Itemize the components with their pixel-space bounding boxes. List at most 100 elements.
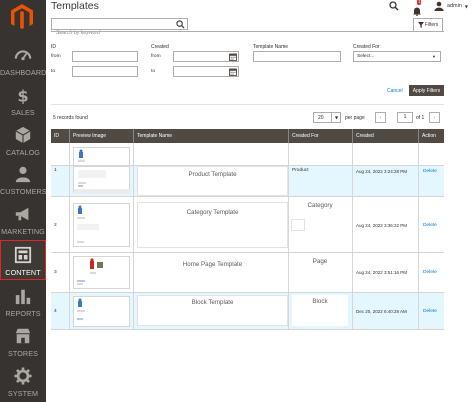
cell-created: Aug 24, 2022 3:51:16 PM: [353, 253, 419, 292]
cell-template-name: Category Template: [134, 197, 289, 252]
table-row: 2 Category Template Category Aug 24, 202…: [51, 197, 444, 253]
cell-id: [51, 143, 70, 165]
column-header-id[interactable]: ID: [51, 129, 70, 143]
nav-dashboard[interactable]: DASHBOARD: [0, 46, 46, 86]
filter-id-to-label: to: [51, 69, 56, 74]
previous-page-button[interactable]: ‹: [375, 112, 386, 123]
preview-image: [77, 258, 103, 285]
delete-link[interactable]: Delete: [423, 169, 437, 174]
filter-template-name-input[interactable]: [253, 51, 341, 62]
preview-image: [77, 205, 99, 243]
cell-id: 4: [51, 293, 70, 329]
page-total: of 1: [416, 115, 425, 121]
user-icon[interactable]: [434, 1, 444, 11]
template-name-preview: Product Template: [137, 166, 288, 196]
per-page-label: per page: [345, 115, 365, 121]
filter-created-to-label: to: [151, 69, 156, 74]
filter-created-for-select[interactable]: Select... ▼: [353, 51, 441, 62]
search-input[interactable]: [52, 28, 170, 38]
delete-link[interactable]: Delete: [423, 270, 437, 275]
nav-label: CATALOG: [6, 148, 40, 157]
nav-content[interactable]: CONTENT: [0, 240, 46, 280]
cell-preview: [70, 166, 134, 196]
cell-preview: [70, 197, 134, 252]
filter-template-name-label: Template Name: [253, 44, 289, 50]
filter-id-to-input[interactable]: [72, 66, 138, 77]
cell-action: Delete: [419, 166, 444, 196]
created-for-preview: Page: [292, 255, 348, 289]
page-number-input[interactable]: 1: [397, 112, 413, 123]
cell-preview: [70, 143, 134, 166]
table-row: [51, 143, 444, 166]
created-for-selected-value: Select...: [357, 54, 375, 59]
nav-label: SALES: [11, 108, 35, 117]
filter-created-from-label: from: [151, 54, 161, 59]
nav-reports[interactable]: REPORTS: [0, 287, 46, 327]
nav-label: SYSTEM: [7, 389, 39, 398]
chevron-down-icon[interactable]: ▼: [465, 4, 468, 9]
search-submit-icon[interactable]: [176, 20, 185, 29]
nav-sales[interactable]: $ SALES: [0, 86, 46, 126]
delete-link[interactable]: Delete: [423, 223, 437, 228]
table-row: 1 Product Template Product Aug 24, 2022 …: [51, 166, 444, 197]
preview-thumbnail[interactable]: [73, 296, 130, 327]
column-header-created[interactable]: Created: [353, 129, 419, 143]
preview-thumbnail[interactable]: [73, 147, 130, 166]
cell-action: Delete: [419, 197, 444, 252]
nav-label: REPORTS: [5, 309, 41, 318]
cell-created-for: [289, 143, 353, 165]
filters-toggle-button[interactable]: Filters: [413, 18, 443, 31]
nav-stores[interactable]: STORES: [0, 327, 46, 367]
nav-catalog[interactable]: CATALOG: [0, 126, 46, 166]
magento-logo-icon[interactable]: [7, 2, 37, 32]
keyword-search: [51, 18, 188, 38]
cell-created-for: Page: [289, 253, 353, 292]
calendar-icon[interactable]: [229, 68, 237, 76]
cell-action: [419, 143, 444, 165]
filter-created-label: Created: [151, 44, 169, 50]
chevron-down-icon: ▼: [432, 54, 436, 59]
cell-template-name: [134, 143, 289, 165]
table-row: 3 Home Page Template Page Aug 24, 2022 3…: [51, 253, 444, 293]
column-header-action: Action: [422, 133, 436, 139]
filter-id-label: ID: [51, 44, 56, 50]
cell-preview: [70, 293, 134, 329]
notifications-button[interactable]: 1: [412, 0, 422, 17]
search-icon[interactable]: [389, 1, 399, 11]
header-actions: 1 admin ▼: [389, 0, 468, 17]
template-name-preview: Block Template: [137, 295, 288, 326]
table-row: 4 Block Template Block Dec 20, 2022 6:40…: [51, 293, 444, 330]
grid-header: ID Preview Image Template Name Created F…: [51, 129, 444, 143]
column-header-preview-image: Preview Image: [70, 129, 134, 143]
apply-filters-button[interactable]: Apply Filters: [409, 85, 444, 96]
preview-image: [74, 170, 131, 194]
nav-system[interactable]: SYSTEM: [0, 367, 46, 402]
cell-action: Delete: [419, 293, 444, 329]
cell-created: Aug 24, 2022 3:24:28 PM: [353, 166, 419, 196]
preview-thumbnail[interactable]: [73, 166, 131, 194]
calendar-icon[interactable]: [229, 53, 237, 61]
chevron-down-icon[interactable]: ▼: [331, 112, 341, 123]
cell-template-name: Product Template: [134, 166, 289, 196]
divider: [51, 104, 444, 105]
cancel-filters-link[interactable]: Cancel: [387, 88, 403, 94]
nav-marketing[interactable]: MARKETING: [0, 205, 46, 245]
column-header-template-name[interactable]: Template Name: [134, 129, 289, 143]
content-icon: [14, 246, 32, 264]
preview-placeholder: [291, 219, 305, 231]
nav-label: CONTENT: [5, 268, 41, 277]
column-header-created-for[interactable]: Created For: [289, 129, 353, 143]
cell-created: Aug 24, 2022 3:36:22 PM: [353, 197, 419, 252]
next-page-button[interactable]: ›: [429, 112, 440, 123]
admin-username[interactable]: admin: [447, 3, 462, 9]
cell-created-for: Block: [289, 293, 353, 329]
delete-link[interactable]: Delete: [423, 309, 437, 314]
filter-id-from-input[interactable]: [72, 51, 138, 62]
preview-thumbnail[interactable]: [73, 203, 130, 247]
preview-thumbnail[interactable]: [73, 256, 130, 289]
customers-icon: [15, 166, 31, 183]
filter-id-from-label: from: [51, 54, 61, 59]
gear-icon: [14, 367, 32, 385]
nav-customers[interactable]: CUSTOMERS: [0, 165, 47, 205]
svg-text:$: $: [17, 86, 28, 104]
